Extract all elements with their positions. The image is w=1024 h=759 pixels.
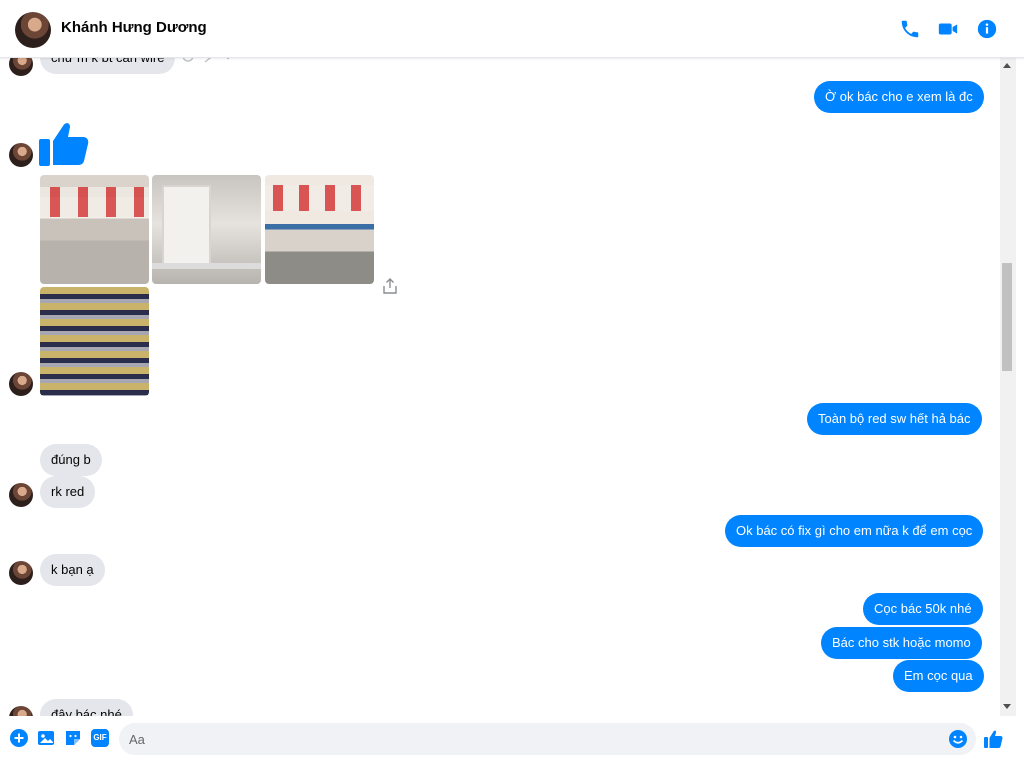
incoming-message[interactable]: đúng b	[40, 444, 102, 476]
contact-avatar-small	[9, 561, 33, 585]
contact-avatar-small	[9, 58, 33, 76]
outgoing-message[interactable]: Em cọc qua	[893, 660, 984, 692]
outgoing-message[interactable]: Ok bác có fix gì cho em nữa k để em cọc	[725, 515, 984, 547]
shared-photo[interactable]	[265, 175, 374, 284]
outgoing-message[interactable]: Toàn bộ red sw hết hả bác	[807, 403, 982, 435]
outgoing-message[interactable]: Bác cho stk hoặc momo	[821, 627, 982, 659]
contact-avatar-small	[9, 706, 33, 716]
incoming-message[interactable]: k bạn ạ	[40, 554, 105, 586]
contact-avatar-small	[9, 372, 33, 396]
share-icon[interactable]	[383, 278, 397, 294]
plus-icon[interactable]	[10, 729, 28, 747]
message-input[interactable]	[129, 723, 929, 755]
gif-icon[interactable]: GIF	[91, 729, 109, 747]
shared-photo[interactable]	[152, 175, 261, 284]
incoming-message[interactable]: đây bác nhé	[40, 699, 133, 716]
incoming-message[interactable]: rk red	[40, 476, 96, 508]
info-icon[interactable]	[976, 18, 998, 40]
image-icon[interactable]	[37, 729, 55, 747]
phone-icon[interactable]	[899, 18, 921, 40]
message-input-container[interactable]	[119, 723, 976, 755]
scrollbar-thumb[interactable]	[1002, 263, 1012, 371]
contact-name[interactable]: Khánh Hưng Dương	[61, 19, 207, 36]
message-thread[interactable]: chứ m k bt cân wire Ờ ok bác cho e xem l…	[0, 58, 1000, 716]
outgoing-message[interactable]: Cọc bác 50k nhé	[863, 593, 983, 625]
outgoing-message[interactable]: Ờ ok bác cho e xem là đc	[814, 81, 984, 113]
contact-avatar-small	[9, 483, 33, 507]
contact-avatar-small	[9, 143, 33, 167]
thread-scrollbar[interactable]	[1000, 58, 1016, 716]
scroll-down-icon[interactable]	[1003, 704, 1011, 709]
contact-avatar[interactable]	[15, 12, 51, 48]
video-camera-icon[interactable]	[937, 18, 959, 40]
thumbs-up-icon[interactable]	[983, 729, 1003, 749]
conversation-header: Khánh Hưng Dương	[0, 0, 1024, 58]
shared-photo[interactable]	[40, 175, 149, 284]
message-actions-icon[interactable]	[181, 58, 231, 64]
scroll-up-icon[interactable]	[1003, 63, 1011, 68]
shared-photo[interactable]	[40, 287, 149, 396]
emoji-icon[interactable]	[948, 729, 968, 749]
sticker-icon[interactable]	[64, 729, 82, 747]
incoming-message[interactable]: chứ m k bt cân wire	[40, 58, 176, 74]
thumbs-up-sticker-icon[interactable]	[39, 121, 89, 167]
